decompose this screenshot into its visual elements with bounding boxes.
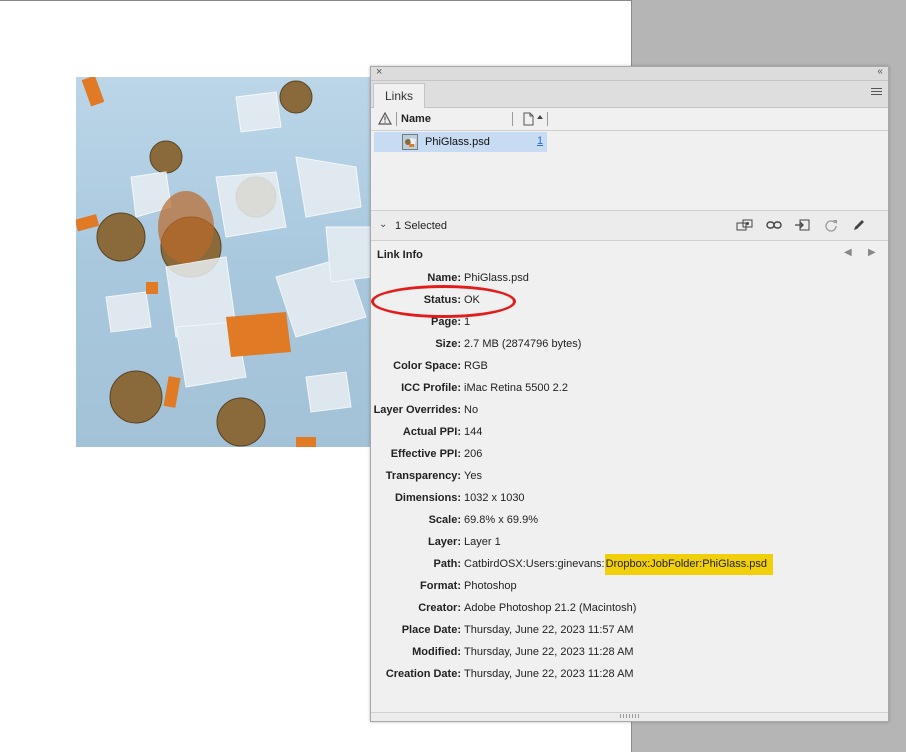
path-highlight: Dropbox:JobFolder:PhiGlass.psd (604, 554, 774, 575)
previous-link-icon[interactable]: ◀ (844, 247, 852, 258)
link-info-title: Link Info (377, 249, 423, 261)
selected-count: 1 Selected (395, 220, 447, 232)
link-info-row: Layer Overrides: No (371, 402, 888, 420)
link-info-label: Format: (420, 580, 461, 592)
link-info-header[interactable]: Link Info ◀ ▶ (371, 245, 888, 265)
link-info-label: ICC Profile: (401, 382, 461, 394)
link-info-value: 2.7 MB (2874796 bytes) (464, 338, 582, 350)
link-info-value: No (464, 404, 479, 416)
link-info-row: Transparency: Yes (371, 468, 888, 486)
link-info-label: Layer: (427, 536, 461, 548)
link-thumbnail (402, 134, 418, 150)
link-info-label: Layer Overrides: (373, 404, 461, 416)
link-info-value: 69.8% x 69.9% (464, 514, 538, 526)
link-info-value: Yes (464, 470, 482, 482)
link-info-value: 1032 x 1030 (464, 492, 525, 504)
link-info-row: Color Space: RGB (371, 358, 888, 376)
close-panel-icon[interactable]: × (376, 66, 382, 78)
link-info-value: Layer 1 (464, 536, 501, 548)
link-info-row: Modified: Thursday, June 22, 2023 11:28 A… (371, 644, 888, 662)
link-info-value: Thursday, June 22, 2023 11:57 AM (464, 624, 634, 636)
link-info-row: Creation Date: Thursday, June 22, 2023 11… (371, 666, 888, 684)
column-divider[interactable] (512, 112, 513, 126)
link-page-number[interactable]: 1 (537, 135, 543, 147)
link-info-row: Size: 2.7 MB (2874796 bytes) (371, 336, 888, 354)
next-link-icon[interactable]: ▶ (868, 247, 876, 258)
link-row-phiglass[interactable]: PhiGlass.psd 1 (374, 132, 547, 152)
link-info-label: Creation Date: (385, 668, 461, 680)
link-info-label: Path: (433, 558, 462, 570)
goto-link-icon[interactable] (793, 217, 811, 233)
relink-from-cc-icon[interactable] (736, 217, 754, 233)
link-info-label: Dimensions: (394, 492, 461, 504)
link-info-value: RGB (464, 360, 488, 372)
resize-grip-icon[interactable] (620, 714, 640, 718)
hamburger-menu-icon[interactable] (871, 88, 882, 96)
link-info-value: Thursday, June 22, 2023 11:28 AM (464, 646, 634, 658)
link-info-row: Place Date: Thursday, June 22, 2023 11:57… (371, 622, 888, 640)
link-info-row: ICC Profile: iMac Retina 5500 2.2 (371, 380, 888, 398)
link-info-label: Transparency: (385, 470, 461, 482)
link-info-row: Scale: 69.8% x 69.9% (371, 512, 888, 530)
collapse-panel-icon[interactable]: ‹‹ (877, 66, 883, 77)
link-info-value: 1 (464, 316, 471, 328)
link-info-value: iMac Retina 5500 2.2 (464, 382, 568, 394)
link-info-label: Scale: (428, 514, 461, 526)
photo-artwork (76, 77, 372, 447)
link-info-value: CatbirdOSX:Users:ginevans:Dropbox:JobFol… (464, 554, 774, 575)
panel-title-bar[interactable]: × ‹‹ (371, 66, 888, 81)
selection-toolbar: ⌄ 1 Selected (371, 210, 888, 241)
links-column-header: Name (371, 108, 888, 131)
placed-image-phiglass[interactable] (76, 77, 376, 447)
link-info-value: PhiGlass.psd (464, 272, 529, 284)
status-annotation-circle (371, 285, 516, 318)
panel-tab-bar: Links (371, 81, 888, 108)
link-info-row: Creator: Adobe Photoshop 21.2 (Macintosh) (371, 600, 888, 618)
link-info-label: Creator: (418, 602, 461, 614)
edit-original-icon[interactable] (850, 217, 868, 233)
warning-triangle-icon[interactable] (377, 111, 393, 128)
link-info-row: Layer: Layer 1 (371, 534, 888, 552)
link-name: PhiGlass.psd (425, 136, 490, 148)
column-divider[interactable] (547, 112, 548, 126)
column-name-header[interactable]: Name (401, 113, 431, 125)
link-info-row: Format: Photoshop (371, 578, 888, 596)
link-info-value: 206 (464, 448, 483, 460)
link-info-label: Name: (427, 272, 461, 284)
link-info-row: Effective PPI: 206 (371, 446, 888, 464)
link-info-row: Actual PPI: 144 (371, 424, 888, 442)
panel-resize-bar[interactable] (371, 712, 888, 721)
link-info-label: Color Space: (393, 360, 461, 372)
update-link-icon[interactable] (822, 217, 840, 233)
relink-icon[interactable] (765, 217, 783, 233)
column-divider[interactable] (396, 112, 397, 126)
path-prefix: CatbirdOSX:Users:ginevans: (464, 558, 605, 570)
link-info-label: Modified: (412, 646, 461, 658)
tab-links[interactable]: Links (373, 83, 425, 108)
link-info-value: Photoshop (464, 580, 517, 592)
link-info-label: Actual PPI: (402, 426, 461, 438)
link-info-value: Adobe Photoshop 21.2 (Macintosh) (464, 602, 637, 614)
page-column-icon[interactable] (522, 112, 546, 129)
link-info-value: Thursday, June 22, 2023 11:28 AM (464, 668, 634, 680)
link-info-label: Size: (435, 338, 461, 350)
link-info-label: Effective PPI: (390, 448, 461, 460)
link-info-row: Dimensions: 1032 x 1030 (371, 490, 888, 508)
chevron-down-icon[interactable]: ⌄ (379, 219, 387, 230)
link-info-value: 144 (464, 426, 483, 438)
link-info-row: Path: CatbirdOSX:Users:ginevans:Dropbox:J… (371, 554, 888, 575)
links-panel: × ‹‹ Links Name PhiGlass.psd 1 ⌄ 1 Selec… (370, 66, 889, 722)
link-info-label: Place Date: (401, 624, 461, 636)
